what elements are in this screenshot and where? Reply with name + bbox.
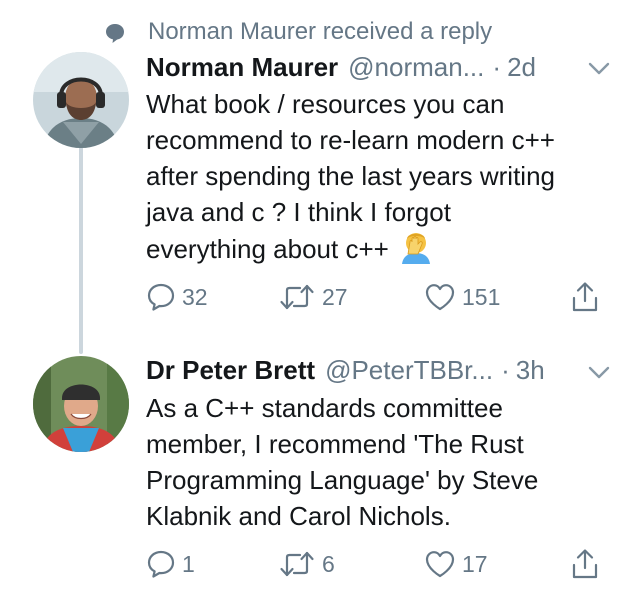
display-name[interactable]: Norman Maurer [146, 51, 338, 83]
face-palm-emoji [401, 233, 430, 264]
tweet-line: What book / resources you can [146, 89, 505, 119]
separator-dot: · [492, 52, 502, 82]
avatar-peter-brett[interactable] [33, 356, 129, 452]
like-count: 151 [462, 284, 501, 310]
share-button[interactable] [570, 280, 600, 314]
retweet-icon [280, 551, 314, 577]
user-handle[interactable]: @norman... [348, 51, 484, 83]
like-count: 17 [462, 551, 488, 577]
tweet-actions: 32 27 151 [146, 280, 606, 314]
tweet-line: java and c ? I think I forgot [146, 197, 451, 227]
retweet-count: 6 [322, 551, 335, 577]
display-name[interactable]: Dr Peter Brett [146, 354, 315, 386]
share-icon [572, 549, 598, 579]
retweet-button[interactable]: 6 [278, 547, 335, 581]
chevron-down-icon[interactable] [588, 62, 610, 76]
retweet-button[interactable]: 27 [278, 280, 348, 314]
share-icon [572, 282, 598, 312]
reply-icon [147, 550, 175, 578]
like-icon [425, 284, 455, 311]
reply-count: 32 [182, 284, 208, 310]
speech-bubble-icon [106, 24, 124, 43]
tweet-line: everything about c++ [146, 230, 626, 266]
retweet-count: 27 [322, 284, 348, 310]
tweet-text: What book / resources you can recommend … [146, 86, 626, 266]
like-button[interactable]: 17 [424, 547, 488, 581]
like-button[interactable]: 151 [424, 280, 500, 314]
reply-icon [147, 283, 175, 311]
tweet-header: Norman Maurer @norman... · 2d [146, 51, 536, 83]
context-text: Norman Maurer received a reply [148, 18, 493, 45]
timestamp[interactable]: 3h [516, 354, 545, 386]
like-icon [425, 551, 455, 578]
tweet-line: member, I recommend 'The Rust [146, 429, 524, 459]
reply-button[interactable]: 1 [146, 547, 195, 581]
tweet-text: As a C++ standards committee member, I r… [146, 390, 626, 534]
reply-count: 1 [182, 551, 195, 577]
tweet-line: As a C++ standards committee [146, 393, 503, 423]
tweet-line: Klabnik and Carol Nichols. [146, 501, 451, 531]
tweet-line-text: everything about c++ [146, 234, 389, 264]
tweet-header: Dr Peter Brett @PeterTBBr... · 3h [146, 354, 545, 386]
tweet-line: recommend to re-learn modern c++ [146, 125, 555, 155]
thread-connector [79, 146, 83, 354]
tweet-line: Programming Language' by Steve [146, 465, 539, 495]
timestamp[interactable]: 2d [507, 51, 536, 83]
separator-dot: · [501, 355, 510, 385]
reply-button[interactable]: 32 [146, 280, 208, 314]
chevron-down-icon[interactable] [588, 366, 610, 380]
tweet-actions: 1 6 17 [146, 547, 606, 581]
user-handle[interactable]: @PeterTBBr... [325, 354, 493, 386]
avatar-norman-maurer[interactable] [33, 52, 129, 148]
retweet-icon [280, 284, 314, 310]
share-button[interactable] [570, 547, 600, 581]
tweet-line: after spending the last years writing [146, 161, 555, 191]
